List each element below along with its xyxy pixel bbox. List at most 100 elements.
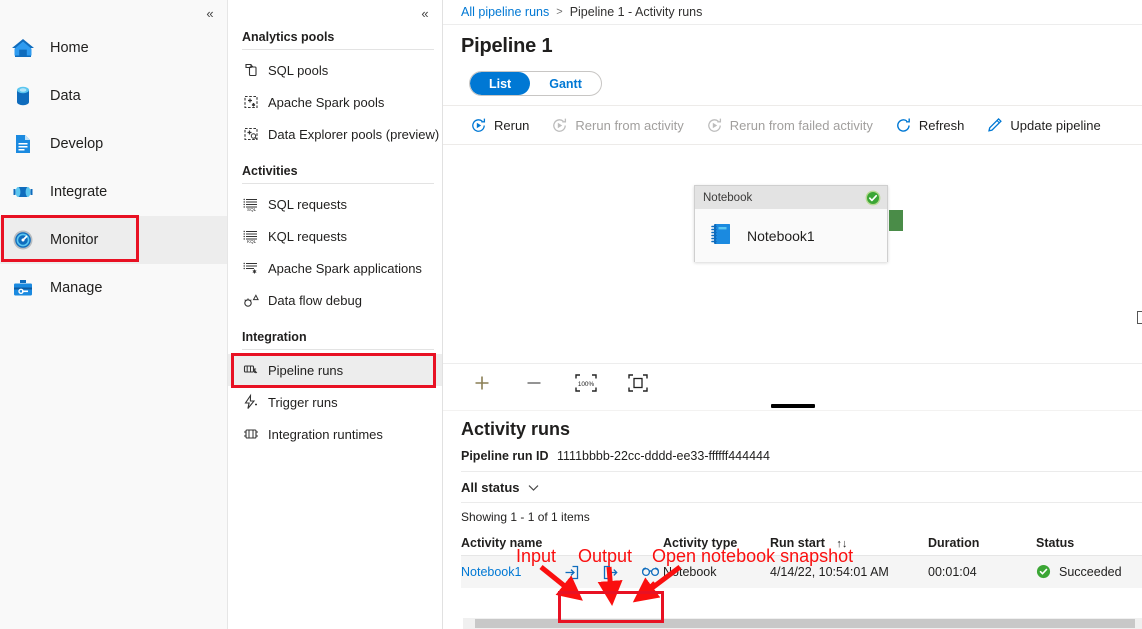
success-check-icon — [1036, 564, 1052, 580]
sidebar-item-label: Data Explorer pools (preview) — [268, 127, 439, 142]
input-icon[interactable] — [563, 564, 580, 581]
sql-request-icon: SQL — [242, 195, 260, 213]
zoom-in-button[interactable] — [469, 370, 495, 396]
zoom-out-button[interactable] — [521, 370, 547, 396]
pipeline-run-id: Pipeline run ID 1111bbbb-22cc-dddd-ee33-… — [461, 449, 1142, 463]
data-flow-debug-icon — [242, 291, 260, 309]
sidebar-item-develop[interactable]: Develop — [0, 120, 227, 168]
activity-runs-heading: Activity runs — [461, 419, 1142, 440]
sidebar-item-label: Apache Spark applications — [268, 261, 422, 276]
page-header: Pipeline 1 List Gantt — [443, 25, 1142, 96]
graph-node-type-label: Notebook — [703, 192, 752, 204]
sidebar-item-trigger-runs[interactable]: Trigger runs — [228, 386, 442, 418]
group-title-analytics-pools: Analytics pools — [228, 24, 442, 49]
view-mode-pivot: List Gantt — [469, 71, 602, 96]
sidebar-item-label: Monitor — [50, 232, 98, 248]
graph-node-header: Notebook — [695, 186, 887, 209]
sidebar-item-sql-pools[interactable]: SQL pools — [228, 54, 442, 86]
toolbox-icon — [10, 275, 36, 301]
column-header-activity-name[interactable]: Activity name — [461, 536, 549, 550]
tab-list[interactable]: List — [470, 72, 530, 95]
activity-runs-table: Activity name Activity type Run start ↑↓… — [461, 530, 1142, 588]
success-check-icon — [865, 190, 881, 206]
page-title: Pipeline 1 — [461, 35, 1142, 58]
pencil-icon — [986, 117, 1003, 134]
panel-edge-marker — [1137, 311, 1142, 324]
graph-node-notebook[interactable]: Notebook — [694, 185, 888, 262]
svg-text:KQL: KQL — [247, 239, 257, 244]
sidebar-item-integration-runtimes[interactable]: Integration runtimes — [228, 418, 442, 450]
sort-updown-icon[interactable]: ↑↓ — [836, 538, 847, 550]
refresh-button[interactable]: Refresh — [886, 110, 974, 140]
sidebar-item-apache-spark-applications[interactable]: Apache Spark applications — [228, 252, 442, 284]
pipeline-run-id-value: 1111bbbb-22cc-dddd-ee33-ffffff444444 — [557, 449, 770, 463]
breadcrumb-link-all-pipeline-runs[interactable]: All pipeline runs — [461, 5, 549, 19]
splitter-handle[interactable] — [771, 404, 815, 408]
sidebar-item-label: SQL pools — [268, 63, 328, 78]
toolbar-button-label: Refresh — [919, 118, 965, 133]
sql-pool-icon — [242, 61, 260, 79]
main-content: All pipeline runs > Pipeline 1 - Activit… — [443, 0, 1142, 629]
sidebar-collapse-button[interactable]: « — [199, 2, 221, 24]
update-pipeline-button[interactable]: Update pipeline — [977, 110, 1109, 140]
sidebar-item-sql-requests[interactable]: SQL SQL requests — [228, 188, 442, 220]
chevron-double-left-icon: « — [421, 7, 428, 20]
sidebar-item-home[interactable]: Home — [0, 24, 227, 72]
pipeline-graph-canvas[interactable]: Notebook — [443, 145, 1142, 363]
rerun-failed-icon — [706, 117, 723, 134]
secondary-sidebar-collapse-button[interactable]: « — [414, 2, 436, 24]
horizontal-scrollbar[interactable] — [463, 618, 1142, 629]
scrollbar-thumb[interactable] — [475, 619, 1135, 628]
cell-activity-name[interactable]: Notebook1 — [461, 565, 549, 579]
graph-node-output-connector[interactable] — [889, 210, 903, 231]
document-icon — [10, 131, 36, 157]
app-root: « Home — [0, 0, 1142, 629]
column-header-run-start[interactable]: Run start ↑↓ — [770, 536, 928, 550]
sidebar-item-pipeline-runs[interactable]: Pipeline runs — [228, 354, 442, 386]
filter-bar: All status — [461, 471, 1142, 503]
table-row[interactable]: Notebook1 — [461, 556, 1142, 588]
column-header-activity-type[interactable]: Activity type — [663, 536, 770, 550]
output-icon[interactable] — [602, 564, 619, 581]
rerun-from-failed-activity-button[interactable]: Rerun from failed activity — [697, 110, 882, 140]
rerun-from-activity-button[interactable]: Rerun from activity — [542, 110, 692, 140]
panel-splitter[interactable] — [443, 401, 1142, 411]
svg-text:SQL: SQL — [247, 207, 257, 212]
zoom-level-button[interactable]: 100% — [573, 370, 599, 396]
glasses-icon[interactable] — [641, 564, 658, 581]
primary-sidebar: « Home — [0, 0, 228, 629]
sidebar-item-kql-requests[interactable]: KQL KQL requests — [228, 220, 442, 252]
command-bar: Rerun Rerun from activity — [443, 105, 1142, 145]
column-header-duration[interactable]: Duration — [928, 536, 1036, 550]
trigger-runs-icon — [242, 393, 260, 411]
refresh-icon — [895, 117, 912, 134]
group-divider — [242, 183, 434, 184]
column-header-status[interactable]: Status — [1036, 536, 1142, 550]
data-explorer-pool-icon — [242, 125, 260, 143]
group-title-integration: Integration — [228, 324, 442, 349]
fit-to-screen-button[interactable] — [625, 370, 651, 396]
status-filter-dropdown[interactable]: All status — [461, 480, 545, 495]
pipeline-icon — [10, 179, 36, 205]
canvas-zoom-controls: 100% — [443, 363, 1142, 401]
rerun-button[interactable]: Rerun — [461, 110, 538, 140]
sidebar-item-monitor[interactable]: Monitor — [0, 216, 227, 264]
sidebar-item-label: Data — [50, 88, 81, 104]
sidebar-item-label: SQL requests — [268, 197, 347, 212]
sidebar-item-integrate[interactable]: Integrate — [0, 168, 227, 216]
sidebar-item-data-explorer-pools[interactable]: Data Explorer pools (preview) — [228, 118, 442, 150]
sidebar-item-manage[interactable]: Manage — [0, 264, 227, 312]
pipeline-runs-icon — [242, 361, 260, 379]
tab-gantt[interactable]: Gantt — [530, 72, 601, 95]
breadcrumb-separator: > — [556, 6, 562, 18]
spark-app-icon — [242, 259, 260, 277]
sidebar-item-data[interactable]: Data — [0, 72, 227, 120]
graph-node-body: Notebook1 — [695, 209, 887, 262]
cell-run-start: 4/14/22, 10:54:01 AM — [770, 565, 928, 579]
sidebar-item-apache-spark-pools[interactable]: Apache Spark pools — [228, 86, 442, 118]
chevron-double-left-icon: « — [206, 7, 213, 20]
sidebar-item-data-flow-debug[interactable]: Data flow debug — [228, 284, 442, 316]
toolbar-button-label: Rerun — [494, 118, 529, 133]
activity-runs-section: Activity runs Pipeline run ID 1111bbbb-2… — [443, 411, 1142, 629]
secondary-sidebar: « Analytics pools SQL pools — [228, 0, 443, 629]
